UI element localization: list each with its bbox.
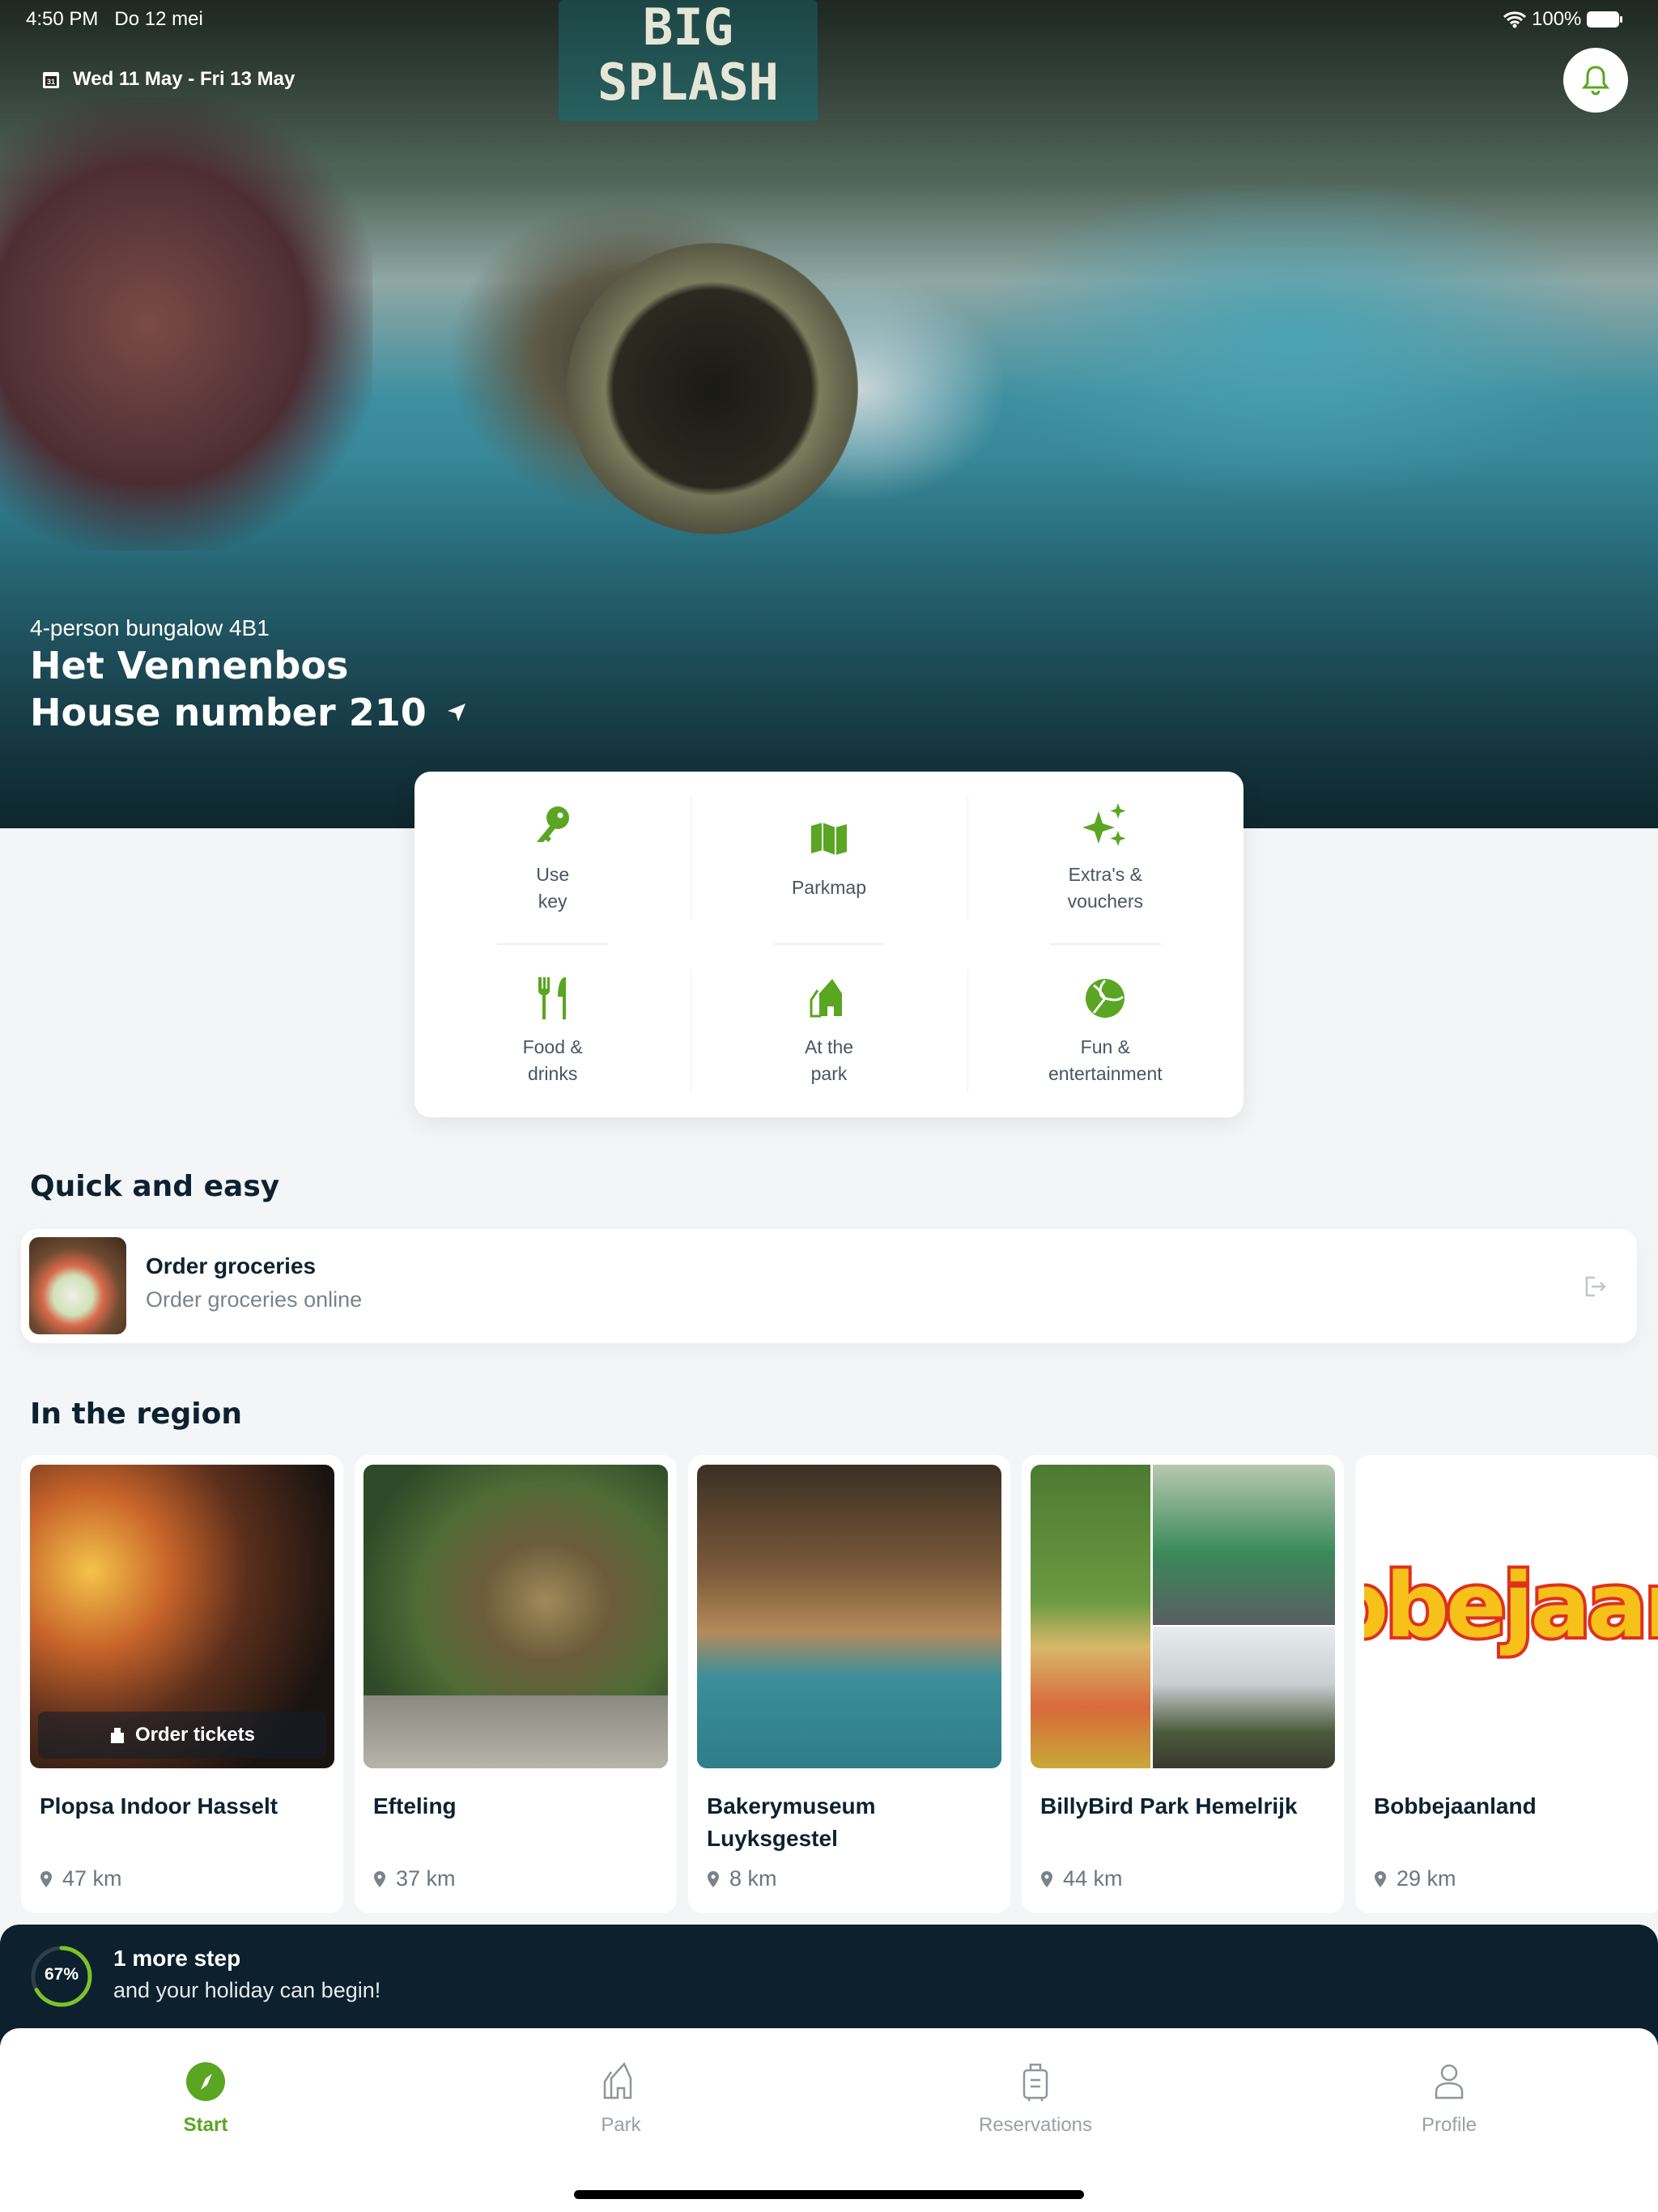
notifications-button[interactable] <box>1563 48 1628 113</box>
groceries-subtitle: Order groceries online <box>146 1287 363 1312</box>
groceries-title: Order groceries <box>146 1253 317 1278</box>
svg-text:31: 31 <box>47 78 55 86</box>
progress-title: 1 more step <box>113 1946 241 1971</box>
region-card-image <box>1031 1465 1335 1768</box>
progress-subtitle: and your holiday can begin! <box>113 1978 381 2002</box>
tab-profile[interactable]: Profile <box>1328 2061 1571 2137</box>
house-number[interactable]: House number 210 <box>30 691 467 734</box>
houses-outline-icon <box>603 2061 632 2099</box>
location-arrow-icon <box>447 704 466 721</box>
quick-action-at-the-park[interactable]: At the park <box>691 945 967 1118</box>
pin-icon <box>374 1870 385 1887</box>
region-card[interactable]: Order tickets Plopsa Indoor Hasselt 47 k… <box>21 1455 343 1913</box>
wifi-icon <box>1503 11 1527 28</box>
region-heading: In the region <box>30 1397 242 1431</box>
region-card[interactable]: Bakerymuseum Luyksgestel 8 km <box>688 1455 1010 1913</box>
quick-action-extras-vouchers[interactable]: Extra's & vouchers <box>967 772 1244 945</box>
accommodation-type: 4-person bungalow 4B1 <box>30 615 270 640</box>
sparkles-icon <box>1082 802 1126 846</box>
cutlery-icon <box>538 977 566 1020</box>
status-battery: 100% <box>1503 8 1623 31</box>
quick-action-fun-entertainment[interactable]: Fun & entertainment <box>967 945 1244 1118</box>
pin-icon <box>708 1870 719 1887</box>
sign-text: BIG SPLASH <box>597 0 779 112</box>
bell-icon <box>1581 66 1610 96</box>
region-card-title: BillyBird Park Hemelrijk <box>1040 1793 1298 1819</box>
pin-icon <box>1041 1870 1052 1887</box>
region-card[interactable]: obbejaanland Bobbejaanland 29 km <box>1355 1455 1658 1913</box>
region-card-title: Bobbejaanland <box>1374 1793 1537 1819</box>
tab-reservations[interactable]: Reservations <box>914 2061 1157 2137</box>
region-card-distance: 44 km <box>1040 1866 1123 1891</box>
suitcase-icon <box>1022 2063 1048 2101</box>
status-time: 4:50 PM Do 12 mei <box>26 8 203 30</box>
pin-icon <box>40 1870 52 1887</box>
quick-action-food-drinks[interactable]: Food & drinks <box>414 945 691 1118</box>
quick-action-parkmap[interactable]: Parkmap <box>691 772 967 945</box>
order-tickets-button[interactable]: Order tickets <box>38 1712 326 1759</box>
region-card-image: Order tickets <box>30 1465 334 1768</box>
ball-icon <box>1086 979 1125 1019</box>
battery-icon <box>1587 11 1623 28</box>
calendar-icon: 31 <box>43 72 59 88</box>
compass-icon <box>186 2062 225 2101</box>
region-card-title: Plopsa Indoor Hasselt <box>40 1793 278 1819</box>
region-card-distance: 8 km <box>707 1866 777 1891</box>
park-name: Het Vennenbos <box>30 644 349 687</box>
region-card[interactable]: BillyBird Park Hemelrijk 44 km <box>1022 1455 1344 1913</box>
person-icon <box>1435 2064 1464 2099</box>
pin-icon <box>1375 1870 1386 1887</box>
order-groceries-item[interactable]: Order groceries Order groceries online <box>21 1229 1637 1343</box>
region-card-image <box>363 1465 668 1768</box>
region-card-title: Efteling <box>373 1793 457 1819</box>
quick-action-use-key[interactable]: Use key <box>414 772 691 945</box>
key-icon <box>536 806 569 842</box>
home-indicator[interactable] <box>574 2190 1084 2199</box>
tab-start[interactable]: Start <box>84 2061 327 2137</box>
groceries-thumbnail <box>29 1237 126 1334</box>
quick-easy-heading: Quick and easy <box>30 1170 280 1203</box>
tab-park[interactable]: Park <box>500 2061 742 2137</box>
region-card-image <box>697 1465 1001 1768</box>
region-card[interactable]: Efteling 37 km <box>355 1455 677 1913</box>
region-card-title: Bakerymuseum Luyksgestel <box>707 1793 876 1851</box>
external-link-icon <box>1585 1276 1606 1297</box>
region-card-distance: 37 km <box>373 1866 456 1891</box>
region-card-distance: 29 km <box>1374 1866 1456 1891</box>
region-card-logo: obbejaanland <box>1364 1465 1658 1768</box>
tab-bar: Start Park Reservations Profile <box>0 2028 1658 2212</box>
date-range[interactable]: 31 Wed 11 May - Fri 13 May <box>42 68 295 91</box>
map-icon <box>810 823 847 856</box>
houses-icon <box>810 979 842 1018</box>
ticket-icon <box>110 1728 124 1743</box>
progress-percent: 67% <box>44 1965 79 1984</box>
quick-actions-grid: Use key Parkmap Extra's & vouchers Food & d… <box>414 772 1244 1117</box>
region-card-distance: 47 km <box>40 1866 122 1891</box>
